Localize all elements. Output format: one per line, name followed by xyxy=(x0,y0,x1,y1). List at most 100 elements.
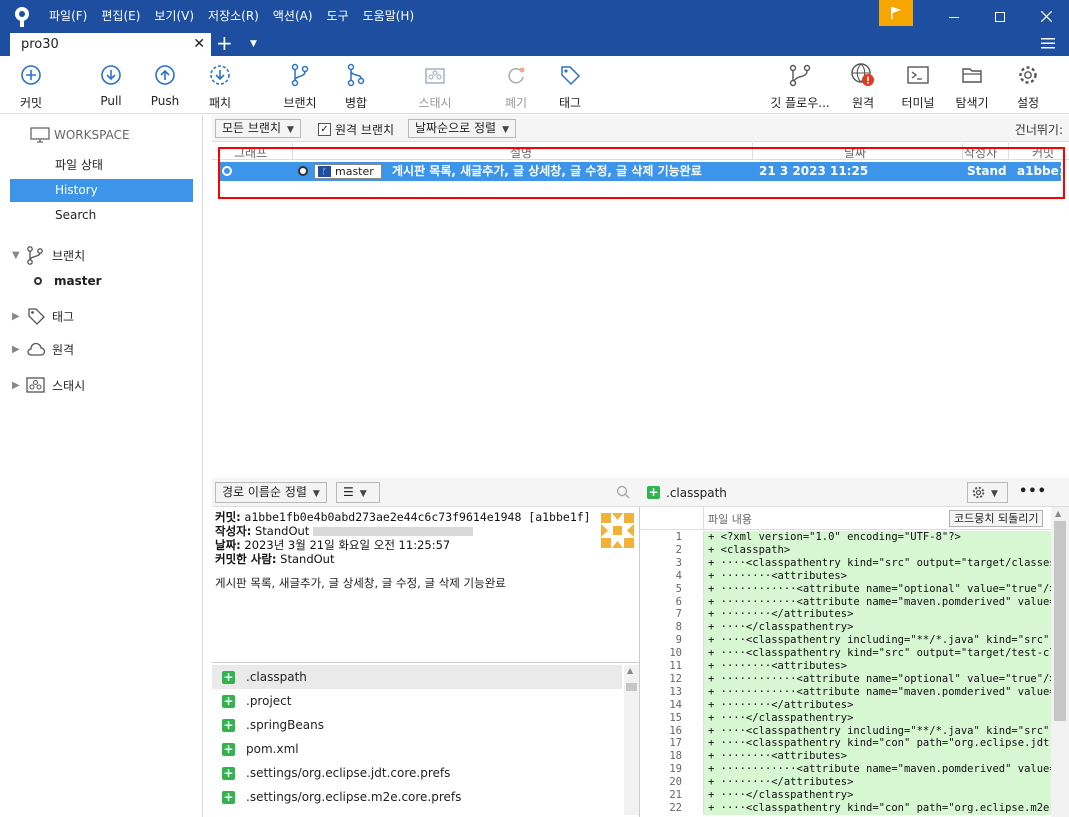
diff-line: 20 + ········</attributes> xyxy=(640,776,1051,789)
add-tab-icon[interactable]: + xyxy=(216,32,233,55)
sidebar-item-search[interactable]: Search xyxy=(10,204,193,227)
list-item[interactable]: + .springBeans xyxy=(212,713,622,737)
scroll-up-icon[interactable]: ▲ xyxy=(1055,509,1061,518)
diff-viewer-pane: + .classpath ▼ ••• 파일 내용 코드뭉치 되돌리기 1 + <?… xyxy=(640,478,1069,817)
remote-branches-checkbox[interactable]: ✓ 원격 브랜치 xyxy=(318,121,394,138)
all-branches-dropdown[interactable]: 모든 브랜치 ▼ xyxy=(215,119,301,138)
checkbox-checked-icon: ✓ xyxy=(318,123,331,136)
highlight-box xyxy=(218,147,1065,199)
menu-tools[interactable]: 도구 xyxy=(320,0,356,33)
sidebar-group-branches[interactable]: ▼ 브랜치 xyxy=(12,245,85,265)
stash-icon xyxy=(424,56,446,94)
list-icon: ☰ xyxy=(343,485,354,499)
diff-hunk-header: 파일 내용 코드뭉치 되돌리기 xyxy=(640,507,1051,530)
sort-by-path-dropdown[interactable]: 경로 이름순 정렬 ▼ xyxy=(215,482,327,503)
list-item[interactable]: + pom.xml xyxy=(212,737,622,761)
tab-pro30[interactable]: pro30 ✕ xyxy=(10,33,211,56)
list-item[interactable]: + .project xyxy=(212,689,622,713)
line-number: 16 xyxy=(640,724,684,738)
chevron-down-icon: ▼ xyxy=(287,125,294,135)
scrollbar-thumb[interactable] xyxy=(1054,521,1066,721)
commit-details-pane: 경로 이름순 정렬 ▼ ☰ ▼ 커밋: a1bbe1fb0e4b0abd273ae2… xyxy=(212,478,640,817)
history-filter-bar: 모든 브랜치 ▼ ✓ 원격 브랜치 날짜순으로 정렬 ▼ 건너뛰기: xyxy=(212,115,1069,142)
commit-button[interactable]: 커밋 xyxy=(12,56,50,114)
line-gutter xyxy=(684,660,704,673)
list-item[interactable]: + .classpath xyxy=(212,665,622,689)
code-line: + ········</attributes> xyxy=(704,776,1051,789)
avatar xyxy=(598,510,637,551)
diff-line: 5 + ············<attribute name="optional… xyxy=(640,582,1051,596)
settings-button[interactable]: 설정 xyxy=(1012,56,1044,114)
sidebar-item-history[interactable]: History xyxy=(10,179,193,202)
merge-button[interactable]: 병합 xyxy=(337,56,375,114)
scrollbar-thumb[interactable] xyxy=(626,683,637,691)
details-toolbar: 경로 이름순 정렬 ▼ ☰ ▼ xyxy=(212,478,640,507)
merge-icon xyxy=(346,56,366,94)
menu-repository[interactable]: 저장소(R) xyxy=(201,0,266,33)
menu-file[interactable]: 파일(F) xyxy=(42,0,94,33)
sort-by-date-dropdown[interactable]: 날짜순으로 정렬 ▼ xyxy=(408,119,517,138)
sidebar-group-remotes[interactable]: ▶ 원격 xyxy=(12,341,74,358)
chevron-right-icon: ▶ xyxy=(12,344,20,355)
terminal-button[interactable]: 터미널 xyxy=(898,56,938,114)
pull-button[interactable]: Pull xyxy=(92,56,130,114)
tab-close-icon[interactable]: ✕ xyxy=(193,33,205,56)
search-icon[interactable] xyxy=(616,485,630,502)
push-button[interactable]: Push xyxy=(146,56,184,114)
tab-list-dropdown-icon[interactable]: ▼ xyxy=(250,33,257,56)
remote-button[interactable]: 원격 xyxy=(846,56,880,114)
close-window-button[interactable] xyxy=(1023,0,1069,33)
sidebar-item-file-status[interactable]: 파일 상태 xyxy=(10,154,193,177)
list-item[interactable]: + .settings/org.eclipse.m2e.core.prefs xyxy=(212,785,622,809)
code-line: + ············<attribute name="maven.pom… xyxy=(704,595,1051,609)
code-line: + ····<classpathentry kind="src" output=… xyxy=(704,647,1051,660)
explorer-button[interactable]: 탐색기 xyxy=(952,56,992,114)
code-line: + ········<attributes> xyxy=(704,750,1051,764)
code-line: + ····<classpathentry including="**/*.ja… xyxy=(704,724,1051,738)
sidebar-group-tags[interactable]: ▶ 태그 xyxy=(12,306,74,326)
line-number: 21 xyxy=(640,789,684,802)
line-number: 14 xyxy=(640,698,684,712)
diff-settings-dropdown[interactable]: ▼ xyxy=(967,482,1008,503)
discard-button[interactable]: 폐기 xyxy=(499,56,533,114)
scroll-up-icon[interactable]: ▲ xyxy=(627,666,633,675)
more-options-icon[interactable]: ••• xyxy=(1019,484,1047,499)
list-item[interactable]: + .settings/org.eclipse.jdt.core.prefs xyxy=(212,761,622,785)
line-number: 1 xyxy=(640,531,684,544)
line-gutter xyxy=(684,711,704,725)
line-gutter xyxy=(684,595,704,609)
sidebar-group-stashes[interactable]: ▶ 스태시 xyxy=(12,376,85,394)
file-list-scrollbar[interactable]: ▲ xyxy=(624,665,639,815)
added-file-icon: + xyxy=(222,717,235,732)
file-content-label: 파일 내용 xyxy=(708,513,752,526)
fetch-button[interactable]: 패치 xyxy=(201,56,239,114)
commit-info: 커밋: a1bbe1fb0e4b0abd273ae2e44c6c73f9614e… xyxy=(215,510,591,566)
menu-edit[interactable]: 편집(E) xyxy=(94,0,147,33)
line-number: 5 xyxy=(640,582,684,596)
flag-icon[interactable] xyxy=(879,0,913,26)
line-number: 2 xyxy=(640,543,684,557)
diff-scrollbar[interactable]: ▲ xyxy=(1051,507,1069,817)
redacted-email xyxy=(312,527,473,536)
menu-view[interactable]: 보기(V) xyxy=(147,0,201,33)
git-flow-button[interactable]: 깃 플로우... xyxy=(766,56,834,114)
stash-button[interactable]: 스태시 xyxy=(414,56,456,114)
git-flow-icon xyxy=(788,56,812,94)
minimize-button[interactable] xyxy=(931,0,977,33)
sidebar-item-branch-master[interactable]: master xyxy=(34,274,102,288)
maximize-button[interactable] xyxy=(977,0,1023,33)
menu-help[interactable]: 도움말(H) xyxy=(356,0,422,33)
menu-actions[interactable]: 액션(A) xyxy=(266,0,320,33)
diff-line: 13 + ············<attribute name="maven.p… xyxy=(640,685,1051,699)
hamburger-menu-icon[interactable] xyxy=(1040,35,1056,51)
code-line: + ····<classpathentry kind="src" output=… xyxy=(704,556,1051,570)
view-options-dropdown[interactable]: ☰ ▼ xyxy=(336,482,380,503)
diff-line: 7 + ········</attributes> xyxy=(640,608,1051,622)
line-gutter xyxy=(684,789,704,802)
diff-line: 21 + ····</classpathentry> xyxy=(640,789,1051,802)
revert-hunk-button[interactable]: 코드뭉치 되돌리기 xyxy=(949,510,1044,527)
line-number: 22 xyxy=(640,801,684,815)
tag-button[interactable]: 태그 xyxy=(553,56,587,114)
branch-button[interactable]: 브랜치 xyxy=(279,56,321,114)
line-gutter xyxy=(684,776,704,789)
